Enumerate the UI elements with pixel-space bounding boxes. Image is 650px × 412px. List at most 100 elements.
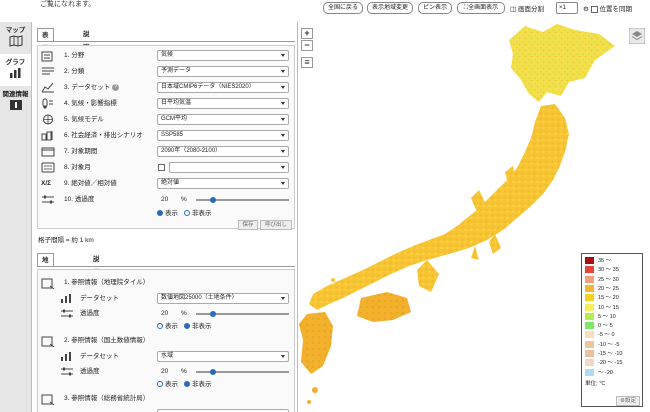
legend-item: 20 〜 25 bbox=[585, 284, 619, 294]
legend-label: 〜 -20 bbox=[598, 369, 613, 376]
pin-display-button[interactable]: ピン表示 bbox=[418, 2, 452, 14]
legend-swatch bbox=[585, 331, 594, 339]
category-select[interactable]: 予測データ bbox=[157, 66, 289, 77]
legend-settings-button[interactable]: ⚙設定 bbox=[616, 396, 640, 406]
row-label-period: 7. 対象期間 bbox=[64, 148, 98, 155]
reference-map-icon bbox=[41, 278, 55, 289]
ref1-dataset-select[interactable]: 数値地図25000（土地条件） bbox=[157, 293, 289, 304]
split-label-text: 画面分割 bbox=[517, 6, 544, 13]
indicator-select[interactable]: 日平均気温 bbox=[157, 98, 289, 109]
map-menu-button[interactable]: ≡ bbox=[301, 57, 313, 68]
sync-checkbox[interactable] bbox=[590, 5, 598, 13]
ref1-slider-knob[interactable] bbox=[210, 311, 216, 317]
change-region-button[interactable]: 表示地域変更 bbox=[367, 2, 413, 14]
radio-hide-label: 非表示 bbox=[192, 210, 212, 217]
tab-display-items[interactable]: 表示項目 bbox=[37, 28, 54, 78]
legend-item: 0 〜 5 bbox=[585, 322, 613, 331]
month-checkbox[interactable] bbox=[158, 164, 165, 171]
info-icon bbox=[9, 100, 22, 110]
radio-hide[interactable]: 非表示 bbox=[184, 208, 212, 220]
transparency-value: 20 bbox=[161, 196, 169, 203]
layers-icon[interactable] bbox=[629, 28, 645, 44]
radio-show-label: 表示 bbox=[165, 210, 178, 217]
sync-label: 位置を同期 bbox=[599, 6, 632, 13]
ref1-radio-show-dot bbox=[157, 323, 163, 330]
legend-label: -20 〜 -15 bbox=[598, 360, 623, 367]
temperature-legend: 35 〜 30 〜 35 25 〜 30 20 〜 25 15 〜 20 10 〜 15 5… bbox=[581, 253, 643, 407]
chevron-down-icon bbox=[281, 86, 285, 89]
scenario-icon bbox=[41, 131, 53, 141]
scenario-select[interactable]: SSP585 bbox=[157, 130, 289, 141]
save-button[interactable]: 保存 bbox=[238, 220, 258, 230]
zoom-out-button[interactable]: − bbox=[301, 40, 313, 51]
row-label-model: 5. 気候モデル bbox=[64, 116, 104, 123]
sync-position-toggle[interactable]: ⚙ 位置を同期 bbox=[583, 3, 632, 13]
left-nav: マップ グラフ 関連情報 bbox=[0, 22, 32, 412]
nav-map[interactable]: マップ bbox=[0, 22, 31, 54]
absrel-select[interactable]: 絶対値 bbox=[157, 178, 289, 189]
period-select[interactable]: 2090年（2080-2100） bbox=[157, 146, 289, 157]
legend-swatch bbox=[585, 275, 594, 283]
split-select[interactable]: ×1 bbox=[556, 2, 578, 14]
legend-item: -10 〜 -5 bbox=[585, 340, 619, 350]
chevron-down-icon bbox=[281, 297, 285, 300]
dataset-select-value: 日本域CMIP6データ（NIES2020） bbox=[161, 84, 255, 90]
model-icon bbox=[43, 114, 53, 125]
reference-map-icon bbox=[41, 336, 55, 347]
dataset-select[interactable]: 日本域CMIP6データ（NIES2020） bbox=[157, 82, 289, 93]
legend-label: 20 〜 25 bbox=[598, 285, 619, 292]
legend-swatch bbox=[585, 257, 594, 265]
ref2-slider-knob[interactable] bbox=[210, 369, 216, 375]
legend-label: 0 〜 5 bbox=[598, 323, 613, 330]
ref2-radio-show-label: 表示 bbox=[165, 381, 178, 388]
display-items-box: 1. 分野 気候 2. 分類 予測データ 3. データセット? 日本域CMIP6… bbox=[37, 45, 295, 230]
ref2-dataset-select[interactable]: 水域 bbox=[157, 351, 289, 362]
zoom-in-button[interactable]: + bbox=[301, 28, 313, 39]
nav-graph[interactable]: グラフ bbox=[0, 54, 31, 86]
chevron-down-icon bbox=[281, 54, 285, 57]
row-label-field: 1. 分野 bbox=[64, 52, 85, 59]
ref2-radio-hide-label: 非表示 bbox=[192, 381, 212, 388]
row-label-dataset: 3. データセット? bbox=[64, 82, 120, 94]
fullscreen-label: 全画面表示 bbox=[468, 5, 499, 11]
ref1-radio-show-label: 表示 bbox=[165, 323, 178, 330]
tab-map-info[interactable]: 地図情報表示 bbox=[37, 253, 54, 329]
nav-related-info[interactable]: 関連情報 bbox=[0, 86, 31, 118]
field-icon bbox=[41, 51, 53, 62]
ref1-radio-hide[interactable]: 非表示 bbox=[184, 321, 212, 333]
help-icon[interactable]: ? bbox=[112, 83, 120, 91]
chevron-down-icon bbox=[281, 355, 285, 358]
tab-description[interactable]: 説明 bbox=[79, 28, 94, 51]
ref1-radio-show[interactable]: 表示 bbox=[157, 321, 178, 333]
category-select-value: 予測データ bbox=[161, 68, 192, 74]
climate-map[interactable]: + − ≡ 35 〜 30 〜 35 25 〜 30 20 〜 25 15 〜 20 10… bbox=[299, 22, 650, 412]
back-to-country-button[interactable]: 全国に戻る bbox=[323, 2, 363, 14]
legend-swatch bbox=[585, 303, 594, 311]
indicator-select-value: 日平均気温 bbox=[161, 100, 192, 106]
ref2-radio-show-dot bbox=[157, 381, 163, 388]
transparency-slider-icon bbox=[42, 195, 54, 204]
row-label-month: 8. 対象月 bbox=[64, 164, 91, 171]
chevron-down-icon bbox=[281, 166, 285, 169]
nav-map-label: マップ bbox=[5, 27, 26, 34]
indicator-icon bbox=[42, 98, 53, 109]
transparency-slider-icon bbox=[61, 367, 73, 376]
field-select[interactable]: 気候 bbox=[157, 50, 289, 61]
legend-swatch bbox=[585, 284, 594, 292]
transparency-slider-icon bbox=[61, 309, 73, 318]
month-icon bbox=[41, 162, 55, 173]
ref2-transparency-label: 透過度 bbox=[80, 368, 100, 375]
radio-show[interactable]: 表示 bbox=[157, 208, 178, 220]
month-select[interactable] bbox=[169, 162, 289, 173]
transparency-slider-knob[interactable] bbox=[210, 197, 216, 203]
tab-divider-2 bbox=[37, 266, 295, 267]
fullscreen-button[interactable]: ⛶全画面表示 bbox=[457, 2, 505, 14]
dataset-label-text: 3. データセット bbox=[64, 84, 111, 91]
ref2-radio-hide[interactable]: 非表示 bbox=[184, 379, 212, 391]
ref2-radio-show[interactable]: 表示 bbox=[157, 379, 178, 391]
intro-text: ご覧になれます。 bbox=[40, 1, 96, 8]
grid-spacing-text: 格子間隔 = 約 1 km bbox=[38, 237, 94, 244]
tab-map-description[interactable]: 説明 bbox=[89, 253, 104, 276]
model-select[interactable]: GCM平均 bbox=[157, 114, 289, 125]
load-button[interactable]: 呼び出し bbox=[260, 220, 292, 230]
